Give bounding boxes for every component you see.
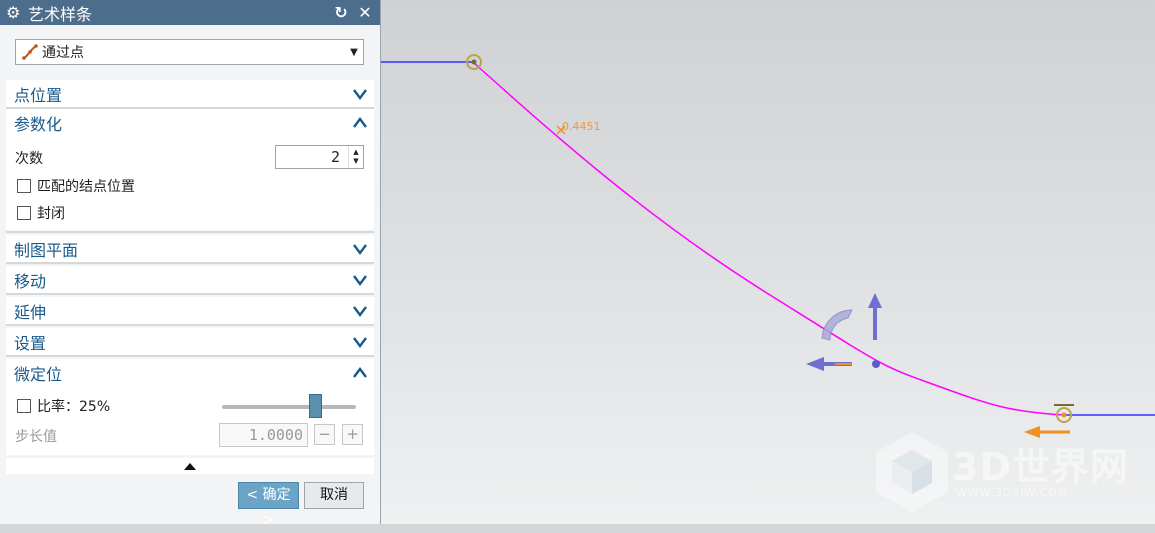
ok-button[interactable]: < 确定 > — [238, 482, 299, 528]
spinner-arrows[interactable]: ▲ ▼ — [348, 146, 363, 168]
section-header[interactable]: 参数化 — [6, 109, 374, 136]
chevron-up-icon[interactable] — [352, 366, 368, 380]
ratio-checkbox[interactable] — [17, 399, 31, 413]
divider — [6, 231, 374, 233]
chevron-down-icon[interactable] — [352, 242, 368, 256]
step-value-field[interactable]: 1.0000 — [219, 423, 308, 447]
match-knot-row[interactable]: 匹配的结点位置 — [17, 176, 135, 196]
divider — [6, 293, 374, 295]
section-label: 微定位 — [14, 364, 63, 384]
section-drawing-plane[interactable]: 制图平面 — [6, 235, 374, 262]
manipulator-origin[interactable] — [872, 360, 880, 368]
rotate-handle[interactable] — [821, 309, 853, 341]
degree-value[interactable]: 2 — [276, 146, 348, 168]
spline-type-select[interactable]: 通过点 ▼ — [15, 39, 364, 65]
ratio-slider-thumb[interactable] — [309, 394, 323, 418]
ratio-row[interactable]: 比率：25% — [17, 396, 110, 416]
chevron-down-icon[interactable] — [352, 87, 368, 101]
divider — [6, 324, 374, 326]
section-settings[interactable]: 设置 — [6, 328, 374, 355]
chevron-down-icon[interactable] — [352, 304, 368, 318]
degree-spinner[interactable]: 2 ▲ ▼ — [275, 145, 364, 169]
reset-icon[interactable]: ↻ — [332, 3, 350, 22]
section-move[interactable]: 移动 — [6, 266, 374, 293]
watermark: 3D世界网 WWW.3DSJW.COM — [872, 430, 1142, 514]
section-extend[interactable]: 延伸 — [6, 297, 374, 324]
match-knot-label: 匹配的结点位置 — [37, 179, 135, 195]
collapse-up-icon[interactable] — [184, 463, 196, 470]
degree-label: 次数 — [15, 151, 43, 167]
spline-curve[interactable] — [473, 62, 1065, 416]
move-manipulator[interactable] — [806, 293, 882, 371]
watermark-url: WWW.3DSJW.COM — [956, 486, 1069, 499]
section-label: 移动 — [14, 271, 47, 291]
through-points-icon — [22, 44, 38, 60]
dropdown-arrow-icon[interactable]: ▼ — [345, 47, 363, 58]
chevron-down-icon[interactable] — [352, 335, 368, 349]
dialog-titlebar[interactable]: ⚙ 艺术样条 ↻ ✕ — [0, 0, 380, 25]
section-label: 制图平面 — [14, 240, 79, 260]
collapse-bar[interactable] — [6, 458, 374, 474]
match-knot-checkbox[interactable] — [17, 179, 31, 193]
ratio-label: 比率：25% — [37, 399, 111, 415]
divider — [6, 355, 374, 357]
section-label: 参数化 — [14, 114, 63, 134]
closed-label: 封闭 — [37, 206, 65, 222]
gear-icon[interactable]: ⚙ — [6, 3, 22, 22]
spline-type-value: 通过点 — [42, 45, 84, 61]
chevron-up-icon[interactable] — [352, 116, 368, 130]
section-label: 设置 — [14, 333, 47, 353]
end-point-handle[interactable] — [1054, 404, 1074, 423]
parameter-value-label: 0.4451 — [562, 120, 601, 133]
step-plus-button[interactable]: + — [342, 424, 363, 445]
chevron-down-icon[interactable] — [352, 273, 368, 287]
step-minus-button[interactable]: − — [314, 424, 335, 445]
ratio-slider-track[interactable] — [222, 405, 356, 409]
closed-checkbox[interactable] — [17, 206, 31, 220]
art-spline-dialog: ⚙ 艺术样条 ↻ ✕ 通过点 ▼ 点位置 参数化 次数 2 ▲ ▼ 匹配的结点位置 — [0, 0, 381, 528]
step-label: 步长值 — [15, 429, 57, 445]
section-label: 延伸 — [14, 302, 47, 322]
closed-row[interactable]: 封闭 — [17, 203, 65, 223]
watermark-cube-icon — [876, 432, 948, 512]
divider — [6, 262, 374, 264]
step-row: 步长值 — [15, 426, 57, 446]
watermark-title: 3D世界网 — [952, 445, 1129, 489]
y-axis-arrow[interactable] — [868, 293, 882, 340]
degree-row: 次数 — [15, 148, 43, 168]
section-header[interactable]: 微定位 — [6, 359, 374, 386]
section-point-position[interactable]: 点位置 — [6, 80, 374, 107]
x-axis-arrow[interactable] — [806, 357, 852, 371]
cancel-button[interactable]: 取消 — [304, 482, 364, 509]
section-label: 点位置 — [14, 85, 63, 105]
close-icon[interactable]: ✕ — [356, 3, 374, 22]
dialog-title: 艺术样条 — [28, 4, 93, 24]
